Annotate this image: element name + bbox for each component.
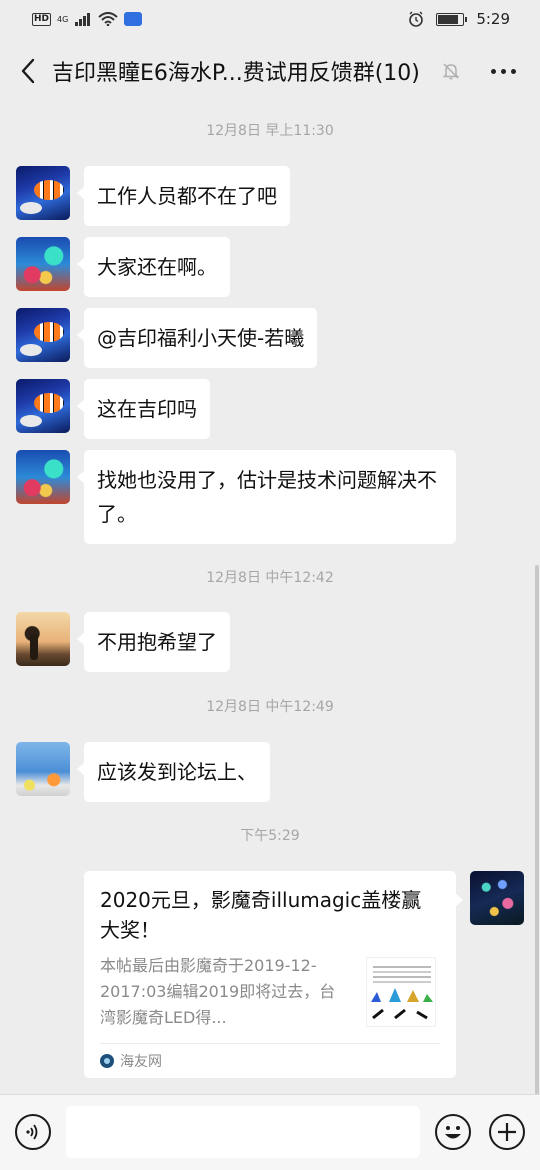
timestamp: 12月8日 早上11:30 <box>206 123 334 139</box>
message-bubble[interactable]: 这在吉印吗 <box>77 379 210 439</box>
message-row: 这在吉印吗 <box>16 379 210 439</box>
sunset-avatar[interactable] <box>16 612 70 666</box>
reef-avatar[interactable] <box>16 237 70 291</box>
message-bubble[interactable]: 不用抱希望了 <box>77 612 230 672</box>
scrollbar[interactable] <box>535 565 539 1095</box>
alarm-icon <box>409 11 424 27</box>
clownfish-avatar[interactable] <box>16 308 70 362</box>
message-row: 大家还在啊。 <box>16 237 230 297</box>
reef-avatar[interactable] <box>16 450 70 504</box>
message-bubble[interactable]: 应该发到论坛上、 <box>77 742 270 802</box>
message-bubble[interactable]: 找她也没用了，估计是技术问题解决不了。 <box>77 450 456 544</box>
message-row: 工作人员都不在了吧 <box>16 166 290 226</box>
wifi-icon <box>98 12 118 26</box>
mute-indicator <box>438 58 464 84</box>
aquarium-avatar[interactable] <box>16 742 70 796</box>
link-card-divider <box>100 1043 440 1044</box>
message-row: 不用抱希望了 <box>16 612 230 672</box>
plus-icon <box>498 1123 516 1141</box>
more-button[interactable] <box>491 56 516 86</box>
link-card-title: 2020元旦，影魔奇illumagic盖楼赢大奖！ <box>100 888 422 942</box>
voice-button[interactable] <box>15 1114 51 1150</box>
timestamp: 下午5:29 <box>240 828 300 844</box>
link-card-body: 本帖最后由影魔奇于2019-12-2017:03编辑2019即将过去，台湾影魔奇… <box>100 953 440 1031</box>
clownfish-avatar[interactable] <box>16 379 70 433</box>
message-input[interactable] <box>66 1106 420 1158</box>
battery-fill <box>438 14 458 24</box>
bell-off-icon <box>442 63 460 80</box>
emoji-icon <box>445 1126 461 1139</box>
timestamp: 12月8日 中午12:42 <box>206 570 334 586</box>
back-button[interactable] <box>6 49 50 93</box>
message-bubble[interactable]: 工作人员都不在了吧 <box>77 166 290 226</box>
link-card-source: 海友网 <box>100 1051 162 1071</box>
chevron-left-icon <box>21 58 35 84</box>
link-card[interactable]: 2020元旦，影魔奇illumagic盖楼赢大奖！ 本帖最后由影魔奇于2019-… <box>84 871 463 1078</box>
plus-button[interactable] <box>489 1114 525 1150</box>
chat-title: 吉印黑瞳E6海水P...费试用反馈群(10) <box>52 61 420 86</box>
emoji-button[interactable] <box>435 1114 471 1150</box>
message-row: 找她也没用了，估计是技术问题解决不了。 <box>16 450 456 544</box>
link-card-thumbnail <box>366 957 436 1027</box>
source-logo-icon <box>100 1054 114 1068</box>
title-bar: 吉印黑瞳E6海水P...费试用反馈群(10) <box>0 40 540 102</box>
message-bubble[interactable]: @吉印福利小天使-若曦 <box>76 308 318 368</box>
hd-badge: HD <box>32 12 52 26</box>
thumbnail-image <box>371 966 433 1020</box>
self-avatar[interactable] <box>470 871 524 925</box>
input-bar <box>0 1094 540 1170</box>
link-card-description: 本帖最后由影魔奇于2019-12-2017:03编辑2019即将过去，台湾影魔奇… <box>100 956 336 1027</box>
status-bar: HD 4G 5:29 <box>0 0 540 38</box>
status-right: 5:29 <box>408 10 510 28</box>
battery-icon <box>436 12 468 26</box>
network-label: 4G <box>57 14 69 24</box>
more-icon-dot <box>511 68 516 74</box>
signal-icon <box>75 13 91 26</box>
message-row: @吉印福利小天使-若曦 <box>16 308 318 368</box>
app-notification-icon <box>124 12 143 26</box>
timestamp: 12月8日 中午12:49 <box>206 699 334 715</box>
more-icon-dot <box>491 68 496 74</box>
link-card-source-name: 海友网 <box>120 1054 162 1070</box>
message-row: 应该发到论坛上、 <box>16 742 270 802</box>
clock: 5:29 <box>476 10 510 28</box>
status-left: HD 4G <box>32 12 143 26</box>
clownfish-avatar[interactable] <box>16 166 70 220</box>
voice-icon <box>26 1124 38 1140</box>
more-icon-dot <box>501 68 506 74</box>
message-bubble[interactable]: 大家还在啊。 <box>77 237 230 297</box>
